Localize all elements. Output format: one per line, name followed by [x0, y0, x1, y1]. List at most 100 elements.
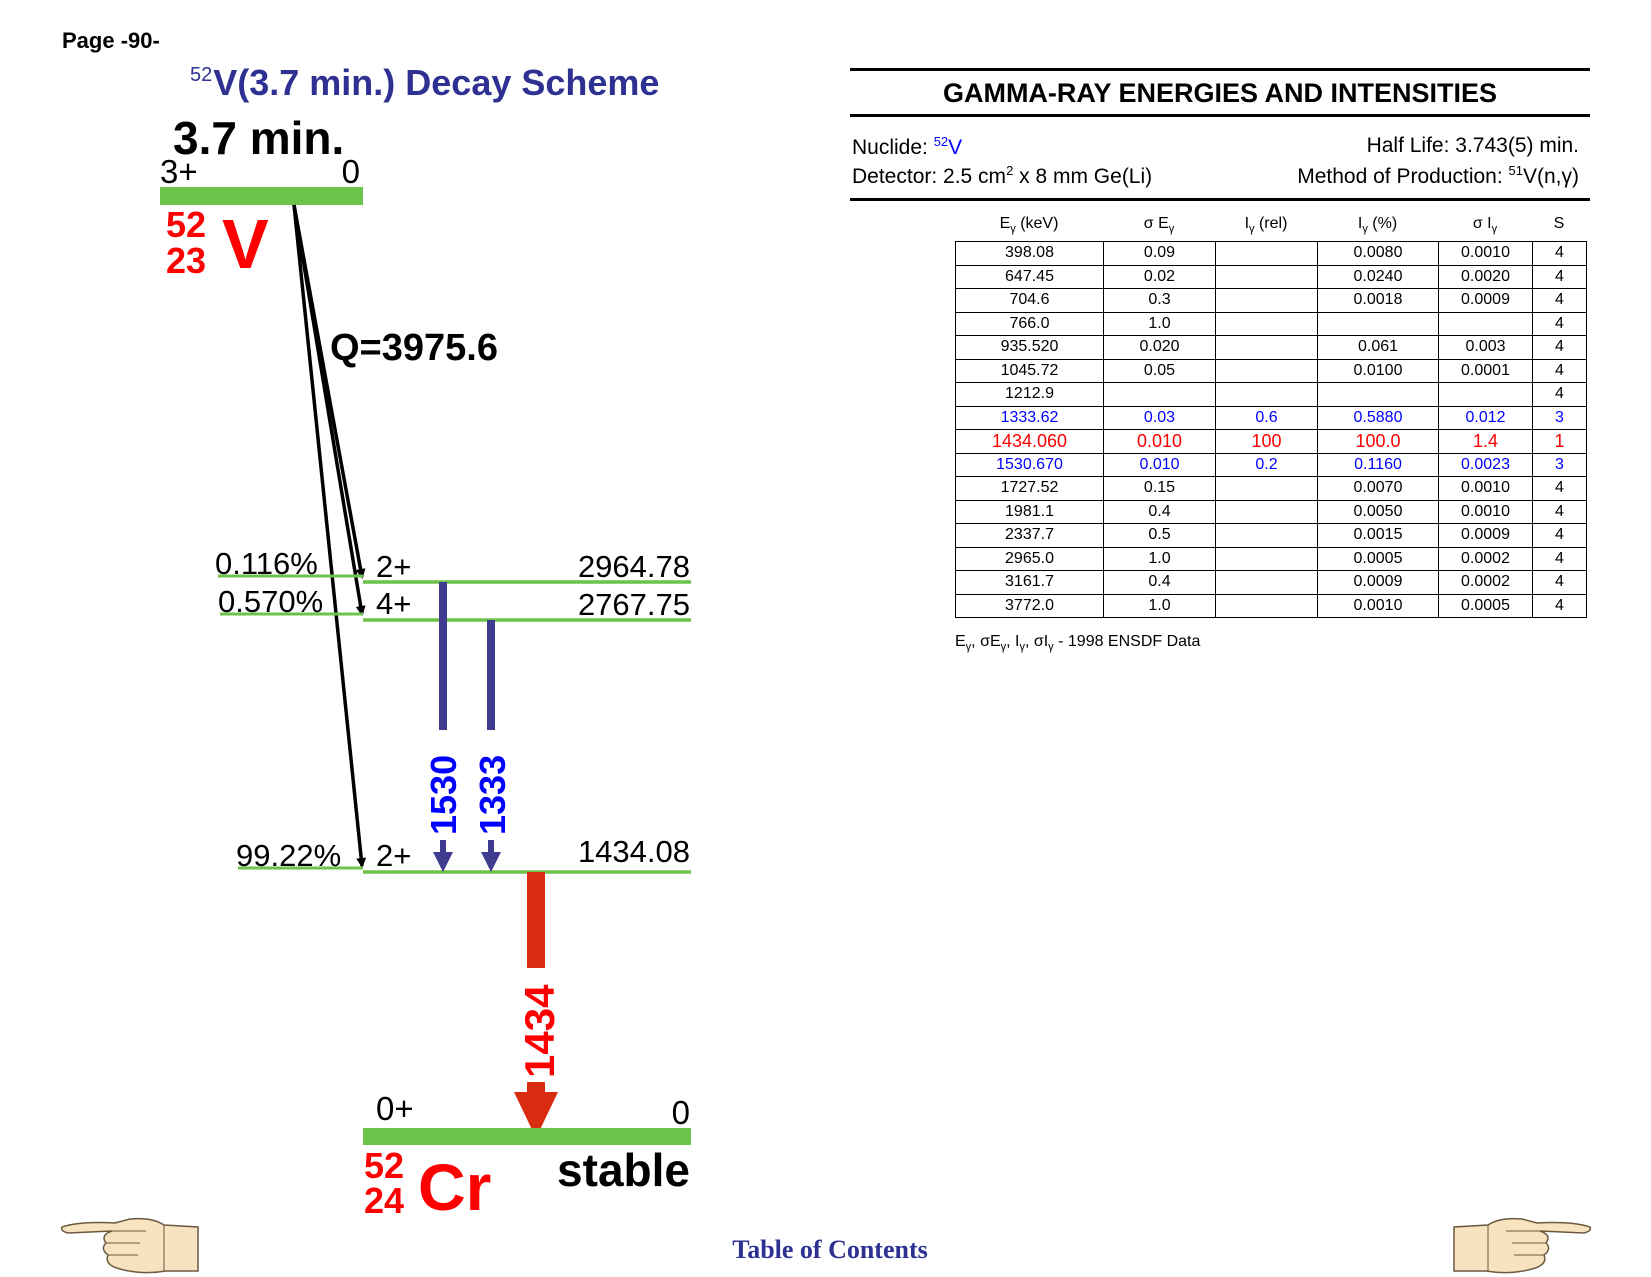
cell-energy: 3772.0	[955, 593, 1104, 618]
cell-sigma-intensity: 0.012	[1438, 405, 1533, 430]
cell-sigma-energy: 1.0	[1103, 311, 1216, 336]
table-row: 3772.0 1.0 0.0010 0.0005 4	[955, 593, 1587, 618]
cell-pct-intensity: 0.0240	[1317, 264, 1439, 289]
branch-label-2964: 0.116%	[215, 546, 318, 581]
cell-rel-intensity	[1215, 382, 1318, 407]
cell-sigma-intensity: 0.0005	[1438, 593, 1533, 618]
cell-sigma-energy: 1.0	[1103, 546, 1216, 571]
pointing-hand-left-icon[interactable]	[60, 1215, 202, 1277]
cell-energy: 704.6	[955, 288, 1104, 313]
cell-s: 1	[1532, 429, 1587, 454]
cell-sigma-energy: 0.05	[1103, 358, 1216, 383]
cell-s: 4	[1532, 382, 1587, 407]
cell-rel-intensity	[1215, 499, 1318, 524]
cell-s: 4	[1532, 546, 1587, 571]
cell-pct-intensity: 0.0015	[1317, 523, 1439, 548]
cell-sigma-energy: 0.010	[1103, 429, 1216, 454]
cell-s: 4	[1532, 241, 1587, 266]
daughter-symbol: Cr	[418, 1150, 491, 1224]
cell-pct-intensity: 0.0018	[1317, 288, 1439, 313]
gamma-1530-arrowhead	[433, 852, 453, 872]
beta-line-1434	[292, 204, 367, 868]
cell-rel-intensity	[1215, 311, 1318, 336]
cell-sigma-intensity: 1.4	[1438, 429, 1533, 454]
cell-s: 4	[1532, 523, 1587, 548]
cell-sigma-intensity: 0.0010	[1438, 476, 1533, 501]
cell-sigma-intensity: 0.0002	[1438, 570, 1533, 595]
cell-rel-intensity	[1215, 546, 1318, 571]
cell-s: 4	[1532, 570, 1587, 595]
branch-label-2767: 0.570%	[218, 584, 323, 619]
ground-spin: 0+	[376, 1090, 414, 1127]
cell-energy: 1530.670	[955, 452, 1104, 477]
parent-mass-number: 52	[166, 204, 206, 245]
gamma-panel-title: GAMMA-RAY ENERGIES AND INTENSITIES	[942, 78, 1498, 108]
nuclide-mass: 52	[933, 134, 949, 149]
table-row: 704.6 0.3 0.0018 0.0009 4	[955, 288, 1587, 313]
cell-energy: 1045.72	[955, 358, 1104, 383]
cell-energy: 1333.62	[955, 405, 1104, 430]
cell-pct-intensity: 0.061	[1317, 335, 1439, 360]
table-row: 398.08 0.09 0.0080 0.0010 4	[955, 241, 1587, 266]
gamma-1434-label: 1434	[516, 984, 563, 1078]
cell-sigma-intensity: 0.0010	[1438, 499, 1533, 524]
gamma-1333-stem	[488, 840, 494, 854]
gamma-1530-line	[439, 582, 447, 730]
pointing-hand-right-icon[interactable]	[1450, 1215, 1592, 1277]
panel-title-rule	[850, 114, 1590, 117]
cell-rel-intensity	[1215, 288, 1318, 313]
table-of-contents-link[interactable]: Table of Contents	[660, 1235, 1000, 1265]
cell-sigma-intensity: 0.0020	[1438, 264, 1533, 289]
parent-halflife: 3.7 min.	[173, 112, 344, 164]
cell-energy: 3161.7	[955, 570, 1104, 595]
gamma-1434-line	[527, 872, 545, 968]
parent-energy: 0	[342, 153, 360, 190]
data-source-note: Eγ, σEγ, Iγ, σIγ - 1998 ENSDF Data	[955, 633, 1201, 654]
cell-rel-intensity: 0.2	[1215, 452, 1318, 477]
cell-rel-intensity	[1215, 241, 1318, 266]
gamma-1333-label: 1333	[472, 755, 513, 835]
cell-s: 4	[1532, 476, 1587, 501]
cell-sigma-intensity: 0.0001	[1438, 358, 1533, 383]
header-rel-intensity: Iγ (rel)	[1244, 215, 1288, 236]
ground-level-bar	[363, 1128, 691, 1145]
cell-sigma-energy: 0.010	[1103, 452, 1216, 477]
panel-info-rule	[850, 198, 1590, 201]
panel-top-rule	[850, 68, 1590, 71]
cell-rel-intensity	[1215, 523, 1318, 548]
cell-pct-intensity: 100.0	[1317, 429, 1439, 454]
gamma-1530-stem	[440, 840, 446, 854]
cell-energy: 1434.060	[955, 429, 1104, 454]
q-value: Q=3975.6	[330, 327, 498, 369]
cell-s: 4	[1532, 593, 1587, 618]
table-row: 766.0 1.0 4	[955, 311, 1587, 336]
cell-energy: 647.45	[955, 264, 1104, 289]
gamma-ray-table: 398.08 0.09 0.0080 0.0010 4 647.45 0.02 0.0240 0…	[955, 241, 1587, 618]
table-row: 2965.0 1.0 0.0005 0.0002 4	[955, 546, 1587, 571]
branch-label-1434: 99.22%	[236, 838, 341, 873]
level-spin-2964: 2+	[376, 549, 411, 584]
cell-pct-intensity: 0.1160	[1317, 452, 1439, 477]
table-row: 1434.060 0.010 100 100.0 1.4 1	[955, 429, 1587, 454]
table-row: 1212.9 4	[955, 382, 1587, 407]
cell-rel-intensity: 0.6	[1215, 405, 1318, 430]
parent-symbol: V	[222, 205, 269, 283]
level-spin-1434: 2+	[376, 838, 411, 873]
cell-pct-intensity	[1317, 382, 1439, 407]
cell-sigma-intensity	[1438, 311, 1533, 336]
cell-sigma-intensity: 0.003	[1438, 335, 1533, 360]
cell-pct-intensity: 0.0050	[1317, 499, 1439, 524]
table-row: 3161.7 0.4 0.0009 0.0002 4	[955, 570, 1587, 595]
nuclide-symbol: V	[948, 136, 963, 159]
cell-rel-intensity	[1215, 593, 1318, 618]
cell-pct-intensity: 0.0070	[1317, 476, 1439, 501]
cell-pct-intensity: 0.0080	[1317, 241, 1439, 266]
daughter-status: stable	[557, 1144, 690, 1196]
cell-sigma-intensity: 0.0009	[1438, 288, 1533, 313]
cell-s: 4	[1532, 288, 1587, 313]
table-row: 1727.52 0.15 0.0070 0.0010 4	[955, 476, 1587, 501]
header-energy: Eγ (keV)	[999, 215, 1059, 236]
cell-s: 4	[1532, 264, 1587, 289]
cell-energy: 2337.7	[955, 523, 1104, 548]
cell-pct-intensity: 0.0005	[1317, 546, 1439, 571]
